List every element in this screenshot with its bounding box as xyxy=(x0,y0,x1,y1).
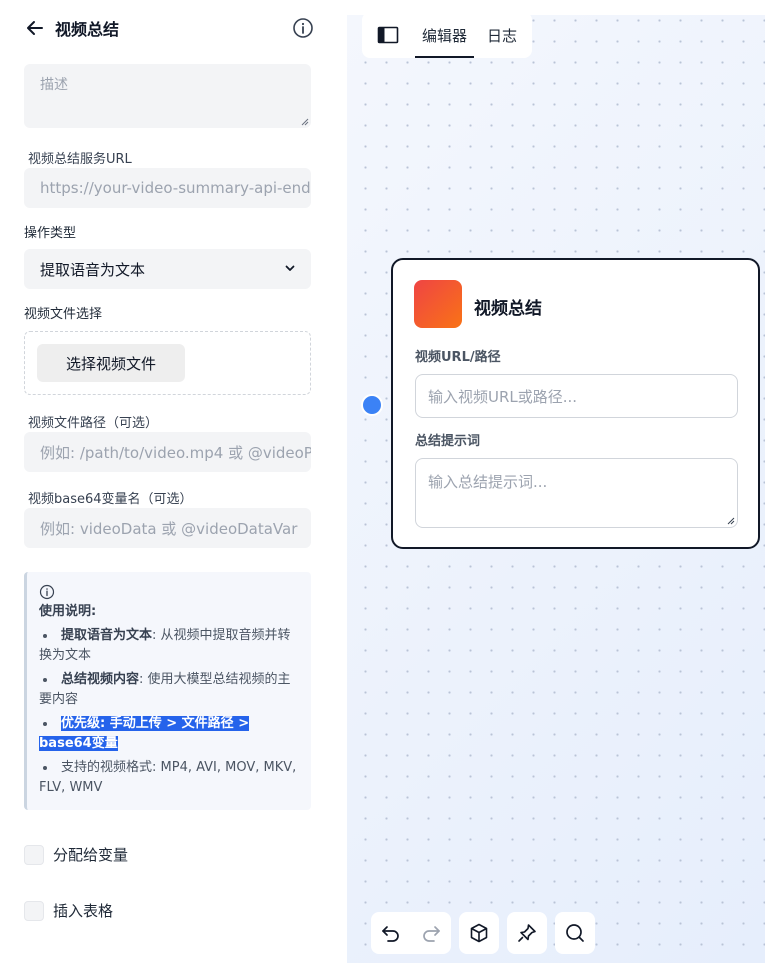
search-icon xyxy=(566,924,584,942)
node-url-placeholder: 输入视频URL或路径... xyxy=(428,387,578,406)
service-url-input[interactable]: https://your-video-summary-api-endpoint xyxy=(24,168,311,208)
resize-grip-icon[interactable] xyxy=(301,118,309,126)
video-summary-node[interactable]: 视频总结 视频URL/路径 输入视频URL或路径... 总结提示词 输入总结提示… xyxy=(391,258,760,549)
node-icon xyxy=(414,280,462,328)
help-item-highlighted: 优先级: 手动上传 > 文件路径 > base64变量 xyxy=(39,714,299,754)
service-url-label: 视频总结服务URL xyxy=(28,152,132,167)
history-toolbar xyxy=(371,912,451,954)
node-url-input[interactable]: 输入视频URL或路径... xyxy=(415,374,738,418)
node-url-label: 视频URL/路径 xyxy=(415,350,501,365)
base64-var-input[interactable]: 例如: videoData 或 @videoDataVar xyxy=(24,508,311,548)
node-prompt-placeholder: 输入总结提示词... xyxy=(428,473,548,491)
properties-panel: 视频总结 描述 视频总结服务URL https://your-video-sum… xyxy=(0,0,347,963)
file-drop-zone[interactable]: 选择视频文件 xyxy=(24,331,311,395)
cube-toolbar xyxy=(459,912,499,954)
tab-log[interactable]: 日志 xyxy=(480,12,524,58)
node-input-handle[interactable] xyxy=(361,394,383,416)
help-item: 总结视频内容: 使用大模型总结视频的主要内容 xyxy=(39,670,299,710)
sidebar-toggle-icon[interactable] xyxy=(377,26,399,44)
help-title: 使用说明: xyxy=(39,604,97,619)
pin-icon xyxy=(518,924,536,942)
help-item: 支持的视频格式: MP4, AVI, MOV, MKV, FLV, WMV xyxy=(39,758,299,798)
pin-button[interactable] xyxy=(507,912,547,954)
pin-toolbar xyxy=(507,912,547,954)
search-toolbar xyxy=(555,912,595,954)
file-select-label: 视频文件选择 xyxy=(24,307,103,322)
operation-selected: 提取语音为文本 xyxy=(40,260,146,279)
base64-var-label: 视频base64变量名（可选） xyxy=(28,492,193,507)
info-icon[interactable] xyxy=(292,17,314,39)
usage-help-box: 使用说明: 提取语音为文本: 从视频中提取音频并转换为文本 总结视频内容: 使用… xyxy=(24,572,311,810)
redo-button[interactable] xyxy=(411,912,451,954)
node-prompt-textarea[interactable]: 输入总结提示词... xyxy=(415,458,738,528)
file-path-input[interactable]: 例如: /path/to/video.mp4 或 @videoPath xyxy=(24,432,311,472)
operation-select[interactable]: 提取语音为文本 xyxy=(24,249,311,289)
node-title: 视频总结 xyxy=(474,299,542,319)
service-url-placeholder: https://your-video-summary-api-endpoint xyxy=(40,179,311,197)
help-item: 提取语音为文本: 从视频中提取音频并转换为文本 xyxy=(39,626,299,666)
description-textarea[interactable]: 描述 xyxy=(24,64,311,128)
node-prompt-label: 总结提示词 xyxy=(415,434,481,449)
file-path-placeholder: 例如: /path/to/video.mp4 或 @videoPath xyxy=(40,443,311,462)
assign-var-checkbox-row[interactable]: 分配给变量 xyxy=(24,844,128,865)
operation-label: 操作类型 xyxy=(24,226,77,241)
help-item-bold: 总结视频内容 xyxy=(61,672,140,687)
resize-grip-icon[interactable] xyxy=(727,517,735,525)
file-path-label: 视频文件路径（可选） xyxy=(28,416,159,431)
panel-title: 视频总结 xyxy=(55,20,120,39)
cube-button[interactable] xyxy=(459,912,499,954)
chevron-down-icon xyxy=(285,265,295,271)
panel-header: 视频总结 xyxy=(24,14,314,42)
search-button[interactable] xyxy=(555,912,595,954)
help-item-bold: 提取语音为文本 xyxy=(61,628,153,643)
info-icon xyxy=(39,584,55,600)
insert-table-checkbox-row[interactable]: 插入表格 xyxy=(24,900,113,921)
cube-icon xyxy=(470,923,488,943)
undo-button[interactable] xyxy=(371,912,411,954)
description-placeholder: 描述 xyxy=(40,77,68,93)
help-item-text: 支持的视频格式: MP4, AVI, MOV, MKV, FLV, WMV xyxy=(39,760,297,795)
assign-var-label: 分配给变量 xyxy=(53,846,129,864)
insert-table-checkbox[interactable] xyxy=(24,900,44,921)
arrow-left-icon[interactable] xyxy=(24,17,46,39)
base64-var-placeholder: 例如: videoData 或 @videoDataVar xyxy=(40,519,298,538)
help-list: 提取语音为文本: 从视频中提取音频并转换为文本 总结视频内容: 使用大模型总结视… xyxy=(39,626,299,798)
undo-icon xyxy=(382,926,399,942)
choose-file-button[interactable]: 选择视频文件 xyxy=(37,344,185,382)
editor-tabbar: 编辑器 日志 xyxy=(362,12,532,58)
flow-canvas[interactable]: 编辑器 日志 视频总结 视频URL/路径 输入视频URL或路径... 总结提示词… xyxy=(347,0,765,963)
redo-icon xyxy=(423,926,440,942)
assign-var-checkbox[interactable] xyxy=(24,844,44,865)
help-item-text: 优先级: 手动上传 > 文件路径 > base64变量 xyxy=(39,716,250,751)
insert-table-label: 插入表格 xyxy=(53,902,114,920)
tab-editor[interactable]: 编辑器 xyxy=(415,12,475,58)
